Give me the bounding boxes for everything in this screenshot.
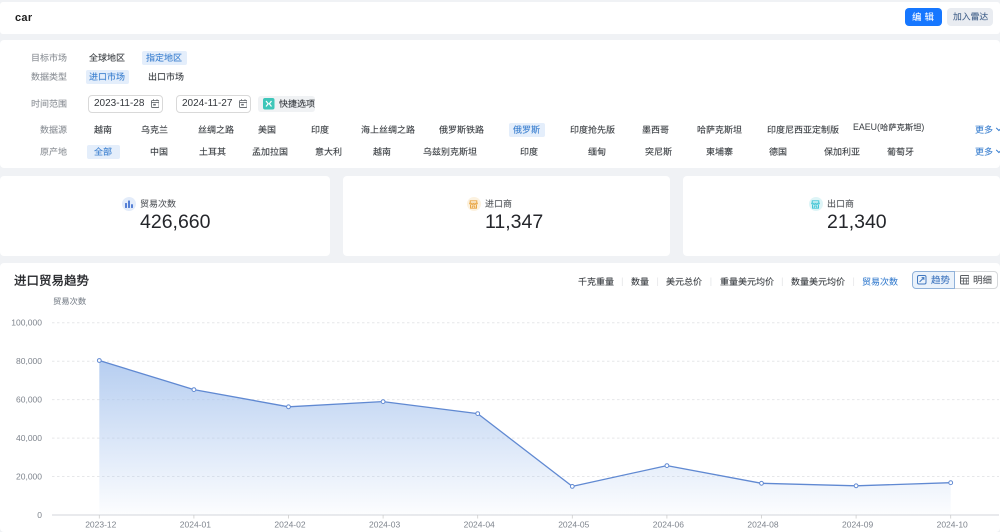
svg-text:2024-04: 2024-04 bbox=[464, 520, 495, 530]
svg-text:2024-01: 2024-01 bbox=[180, 520, 211, 530]
svg-text:2024-02: 2024-02 bbox=[274, 520, 305, 530]
svg-text:2024-05: 2024-05 bbox=[558, 520, 589, 530]
svg-text:0: 0 bbox=[37, 510, 42, 520]
svg-text:40,000: 40,000 bbox=[16, 433, 42, 443]
svg-text:2023-12: 2023-12 bbox=[85, 520, 116, 530]
svg-text:2024-03: 2024-03 bbox=[369, 520, 400, 530]
svg-text:100,000: 100,000 bbox=[11, 318, 42, 328]
svg-text:80,000: 80,000 bbox=[16, 356, 42, 366]
svg-text:2024-10: 2024-10 bbox=[937, 520, 968, 530]
svg-text:20,000: 20,000 bbox=[16, 472, 42, 482]
svg-text:60,000: 60,000 bbox=[16, 395, 42, 405]
svg-text:2024-09: 2024-09 bbox=[842, 520, 873, 530]
svg-text:2024-08: 2024-08 bbox=[747, 520, 778, 530]
svg-text:2024-06: 2024-06 bbox=[653, 520, 684, 530]
